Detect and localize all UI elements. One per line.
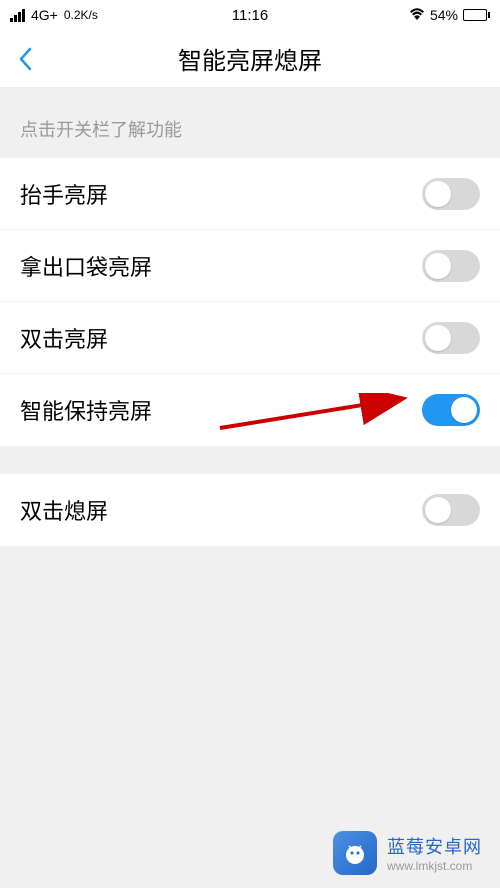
battery-icon xyxy=(463,9,490,21)
status-bar: 4G+ 0.2K/s 11:16 54% xyxy=(0,0,500,30)
setting-label: 双击熄屏 xyxy=(20,494,108,526)
setting-row-double-tap-sleep[interactable]: 双击熄屏 xyxy=(0,474,500,546)
chevron-left-icon xyxy=(18,47,32,71)
header: 智能亮屏熄屏 xyxy=(0,30,500,88)
network-speed: 0.2K/s xyxy=(64,8,98,22)
toggle-raise-to-wake[interactable] xyxy=(422,178,480,210)
setting-label: 抬手亮屏 xyxy=(20,178,108,210)
toggle-knob xyxy=(425,253,451,279)
toggle-double-tap-sleep[interactable] xyxy=(422,494,480,526)
watermark-title: 蓝莓安卓网 xyxy=(387,833,482,859)
setting-label: 双击亮屏 xyxy=(20,322,108,354)
setting-row-smart-stay[interactable]: 智能保持亮屏 xyxy=(0,374,500,446)
toggle-smart-stay[interactable] xyxy=(422,394,480,426)
hint-text: 点击开关栏了解功能 xyxy=(0,88,500,158)
toggle-knob xyxy=(451,397,477,423)
page-title: 智能亮屏熄屏 xyxy=(178,41,322,76)
battery-percent: 54% xyxy=(430,7,458,23)
network-type: 4G+ xyxy=(31,7,58,23)
toggle-knob xyxy=(425,325,451,351)
toggle-knob xyxy=(425,497,451,523)
settings-group-1: 抬手亮屏拿出口袋亮屏双击亮屏智能保持亮屏 xyxy=(0,158,500,446)
setting-label: 拿出口袋亮屏 xyxy=(20,250,152,282)
setting-label: 智能保持亮屏 xyxy=(20,394,152,426)
setting-row-raise-to-wake[interactable]: 抬手亮屏 xyxy=(0,158,500,230)
back-button[interactable] xyxy=(0,30,50,87)
wifi-icon xyxy=(409,7,425,23)
watermark-logo xyxy=(333,831,377,875)
setting-row-pocket-wake[interactable]: 拿出口袋亮屏 xyxy=(0,230,500,302)
toggle-pocket-wake[interactable] xyxy=(422,250,480,282)
toggle-double-tap-wake[interactable] xyxy=(422,322,480,354)
setting-row-double-tap-wake[interactable]: 双击亮屏 xyxy=(0,302,500,374)
settings-group-2: 双击熄屏 xyxy=(0,474,500,546)
signal-icon xyxy=(10,9,25,22)
watermark-url: www.lmkjst.com xyxy=(387,859,482,873)
watermark: 蓝莓安卓网 www.lmkjst.com xyxy=(0,818,500,888)
toggle-knob xyxy=(425,181,451,207)
clock: 11:16 xyxy=(232,7,268,24)
